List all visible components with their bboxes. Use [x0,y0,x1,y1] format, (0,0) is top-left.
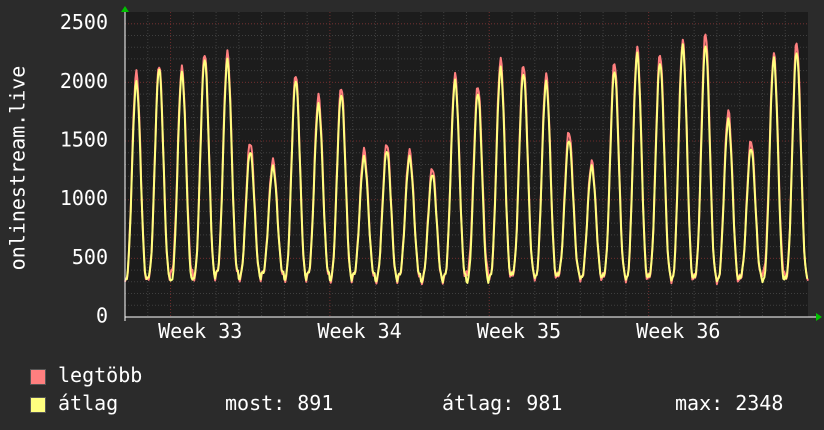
y-axis-arrow [121,6,129,12]
y-tick-label: 1500 [60,128,108,152]
y-tick-label: 500 [72,245,108,269]
stat-avg: átlag: 981 [442,391,563,415]
y-tick-label: 1000 [60,186,108,210]
y-tick-labels: 0 500 1000 1500 2000 2500 [60,10,108,327]
stat-now: most: 891 [225,391,334,415]
x-tick-label: Week 34 [317,319,401,343]
legend-label-max: legtöbb [58,363,143,387]
legend-item-avg: átlag [30,391,118,415]
y-tick-label: 2000 [60,69,108,93]
legend-swatch-avg [30,396,46,413]
legend-item-max: legtöbb [30,363,142,387]
y-axis-label: onlinestream.live [6,66,30,271]
x-axis-arrow [816,313,822,321]
y-tick-label: 2500 [60,10,108,34]
x-tick-label: Week 33 [158,319,242,343]
legend-label-avg: átlag [58,391,119,415]
legend-swatch-max [30,368,46,385]
chart: onlinestream.live 0 500 1000 1500 2000 2500 W… [6,6,822,343]
y-tick-label: 0 [96,304,108,328]
x-tick-labels: Week 33 Week 34 Week 35 Week 36 [158,319,720,343]
x-tick-label: Week 36 [636,319,720,343]
x-tick-label: Week 35 [477,319,561,343]
stat-max: max: 2348 [675,391,784,415]
